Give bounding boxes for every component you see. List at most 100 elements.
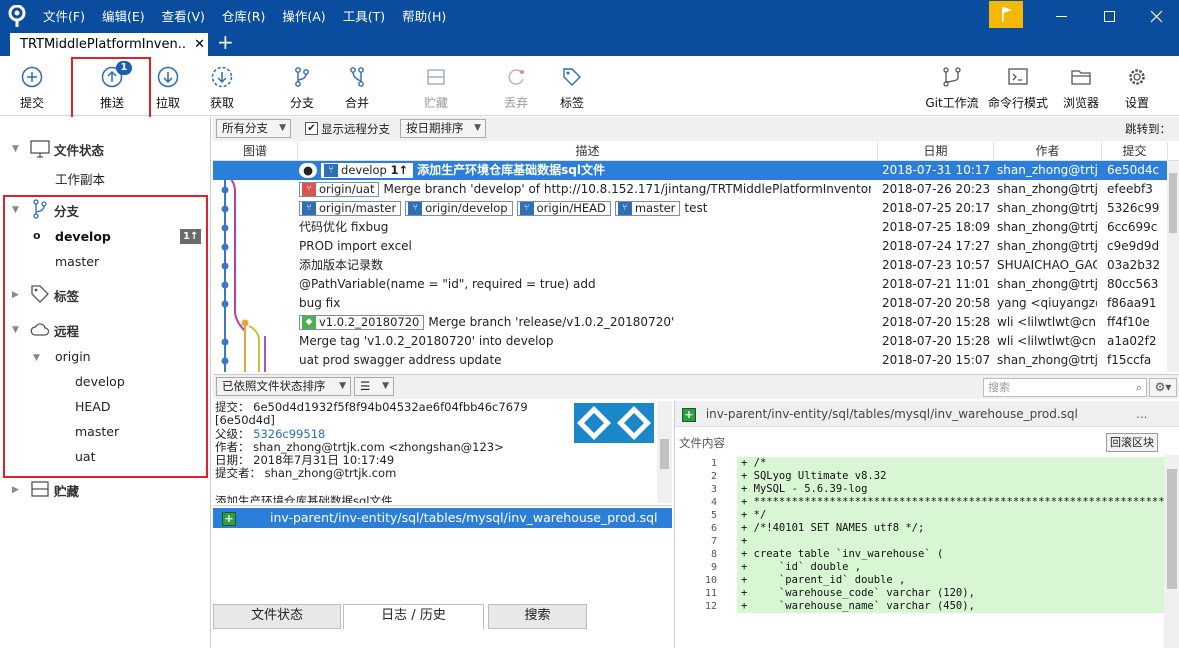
history-filter-bar: 所有分支 ▼ ✔ 显示远程分支 按日期排序 ▼ 跳转到： (213, 117, 1179, 141)
column-commit[interactable]: 提交 (1102, 142, 1168, 161)
commit-date: 2018-07-25 18:09 (882, 220, 991, 234)
jump-to-label[interactable]: 跳转到： (1125, 121, 1171, 137)
repo-tab-bar: TRTMiddlePlatformInven.. ✕ + (0, 31, 1179, 56)
commit-row[interactable]: ⑂ origin/uat Merge branch 'develop' of htt… (213, 180, 1167, 199)
close-window-button[interactable] (1134, 0, 1179, 33)
file-sort-select[interactable]: 已依照文件状态排序 ▼ (216, 377, 351, 396)
tab-log-history[interactable]: 日志 / 历史 (343, 604, 484, 629)
details-toolbar: 已依照文件状态排序 ▼ ☰ ▼ 搜索 ⌕ ⚙▾ (213, 374, 1179, 399)
commit-row[interactable]: 添加版本记录数 2018-07-23 10:57 SHUAICHAO_GAO 0… (213, 256, 1167, 275)
diff-line: + */ (737, 509, 1164, 522)
chevron-down-icon: ▼ (279, 123, 286, 133)
commit-date: 2018-07-31 10:17 (882, 163, 991, 177)
sidebar-section-stashes[interactable]: 贮藏 (54, 481, 79, 500)
sort-order-select[interactable]: 按日期排序 ▼ (400, 119, 486, 138)
search-input[interactable]: 搜索 ⌕ (983, 378, 1147, 397)
gear-icon[interactable]: ⚙▾ (1149, 378, 1177, 397)
commit-author: shan_zhong@trtj (997, 220, 1097, 234)
terminal-button[interactable]: 命令行模式 (988, 56, 1048, 116)
commit-row[interactable]: uat prod swagger address update 2018-07-… (213, 351, 1167, 370)
close-tab-icon[interactable]: ✕ (194, 33, 205, 56)
remote-ref-origin-master[interactable]: ⑂ origin/master (299, 201, 402, 216)
changed-file-row[interactable]: + inv-parent/inv-entity/sql/tables/mysql… (213, 508, 672, 528)
commit-date: 2018-07-26 20:23 (882, 182, 991, 196)
show-remote-checkbox[interactable]: ✔ (305, 122, 318, 135)
commit-row[interactable]: 代码优化 fixbug 2018-07-25 18:09 shan_zhong@… (213, 218, 1167, 237)
commit-hash: efeebf3 (1107, 182, 1153, 196)
commit-row[interactable]: ● ⑂ develop 1↑ 添加生产环境仓库基础数据sql文件 2018-07-31… (213, 161, 1167, 180)
commit-message: Merge branch 'release/v1.0.2_20180720' (428, 315, 675, 329)
menu-tools[interactable]: 工具(T) (343, 0, 385, 33)
discard-button[interactable]: 丢弃 (492, 56, 540, 116)
settings-button[interactable]: 设置 (1113, 56, 1161, 116)
commit-date: 2018-07-24 17:27 (882, 239, 991, 253)
commit-hash: f15ccfa (1107, 353, 1152, 367)
menu-file[interactable]: 文件(F) (43, 0, 85, 33)
details-scrollbar[interactable] (657, 401, 672, 503)
commit-row[interactable]: ◆ v1.0.2_20180720 Merge branch 'release/v1… (213, 313, 1167, 332)
tag-ref-v1-0-2[interactable]: ◆ v1.0.2_20180720 (299, 315, 425, 330)
fetch-button[interactable]: 获取 (198, 56, 246, 116)
commit-author: shan_zhong@trtj (997, 201, 1097, 215)
remote-ref-origin-uat[interactable]: ⑂ origin/uat (299, 182, 380, 197)
commit-row[interactable]: PROD import excel 2018-07-24 17:27 shan_… (213, 237, 1167, 256)
pull-button[interactable]: 拉取 (144, 56, 192, 116)
sidebar-highlight-box (3, 195, 208, 478)
column-author[interactable]: 作者 (994, 142, 1102, 161)
rollback-hunk-button[interactable]: 回滚区块 (1106, 433, 1158, 452)
explorer-button[interactable]: 浏览器 (1057, 56, 1105, 116)
minimize-button[interactable] (1039, 0, 1084, 33)
detail-parent-label: 父级： (215, 426, 250, 441)
sidebar-section-file-status[interactable]: 文件状态 (54, 140, 104, 159)
commit-list: ● ⑂ develop 1↑ 添加生产环境仓库基础数据sql文件 2018-07-31… (213, 161, 1167, 372)
remote-ref-origin-develop[interactable]: ⑂ origin/develop (405, 201, 513, 216)
commit-message: uat prod swagger address update (299, 353, 502, 367)
branch-icon (295, 67, 309, 87)
tab-search[interactable]: 搜索 (488, 604, 587, 629)
commit-row[interactable]: bug fix 2018-07-20 20:58 yang <qiuyangz@… (213, 294, 1167, 313)
view-mode-select[interactable]: ☰ ▼ (354, 377, 394, 396)
column-description[interactable]: 描述 (298, 142, 878, 161)
commit-message: PROD import excel (299, 239, 412, 253)
menu-view[interactable]: 查看(V) (162, 0, 205, 33)
column-graph[interactable]: 图谱 (213, 142, 298, 161)
tab-file-status[interactable]: 文件状态 (213, 604, 341, 629)
commit-row[interactable]: ⑂ origin/master ⑂ origin/develop ⑂ origin/HEA… (213, 199, 1167, 218)
remote-ref-origin-head[interactable]: ⑂ origin/HEAD (516, 201, 611, 216)
git-flow-button[interactable]: Git工作流 (925, 56, 979, 116)
tag-button[interactable]: 标签 (548, 56, 596, 116)
title-bar: 文件(F) 编辑(E) 查看(V) 仓库(R) 操作(A) 工具(T) 帮助(H… (0, 0, 1179, 33)
commit-row[interactable]: @PathVariable(name = "id", required = tr… (213, 275, 1167, 294)
commit-row[interactable]: Merge tag 'v1.0.2_20180720' into develop… (213, 332, 1167, 351)
menu-help[interactable]: 帮助(H) (402, 0, 446, 33)
merge-button[interactable]: 合并 (333, 56, 381, 116)
commit-message: 代码优化 fixbug (299, 220, 389, 234)
sidebar-item-working-copy[interactable]: 工作副本 (55, 169, 105, 188)
file-status-caret-icon[interactable]: ▼ (12, 144, 19, 154)
stashes-caret-icon[interactable]: ▶ (12, 485, 19, 495)
menu-edit[interactable]: 编辑(E) (102, 0, 145, 33)
menu-actions[interactable]: 操作(A) (282, 0, 325, 33)
branch-button[interactable]: 分支 (278, 56, 326, 116)
column-date[interactable]: 日期 (878, 142, 994, 161)
parent-commit-link[interactable]: 5326c99518 (253, 427, 325, 441)
branch-filter-select[interactable]: 所有分支 ▼ (216, 119, 291, 138)
more-options-button[interactable]: ... (1136, 401, 1147, 427)
new-tab-button[interactable]: + (217, 31, 234, 54)
commit-list-scrollbar[interactable] (1167, 161, 1179, 372)
diff-line: + `parent_id` double , (737, 574, 1164, 587)
commit-hash: 6e50d4c (1107, 163, 1160, 177)
flag-button[interactable] (989, 1, 1023, 28)
branch-ref-develop[interactable]: ⑂ develop 1↑ (321, 163, 414, 178)
branch-ref-master[interactable]: ⑂ master (614, 201, 681, 216)
head-marker-icon: ● (299, 163, 318, 178)
stash-button[interactable]: 贮藏 (412, 56, 460, 116)
diff-scrollbar[interactable] (1164, 455, 1179, 648)
commit-author: shan_zhong@trtj (997, 353, 1097, 367)
maximize-button[interactable] (1087, 0, 1132, 33)
terminal-icon (1008, 68, 1028, 85)
diff-line: + `warehouse_code` varchar (120), (737, 587, 1164, 600)
repo-tab[interactable]: TRTMiddlePlatformInven.. ✕ (10, 33, 208, 56)
commit-button[interactable]: 提交 (8, 56, 56, 116)
menu-repository[interactable]: 仓库(R) (222, 0, 265, 33)
